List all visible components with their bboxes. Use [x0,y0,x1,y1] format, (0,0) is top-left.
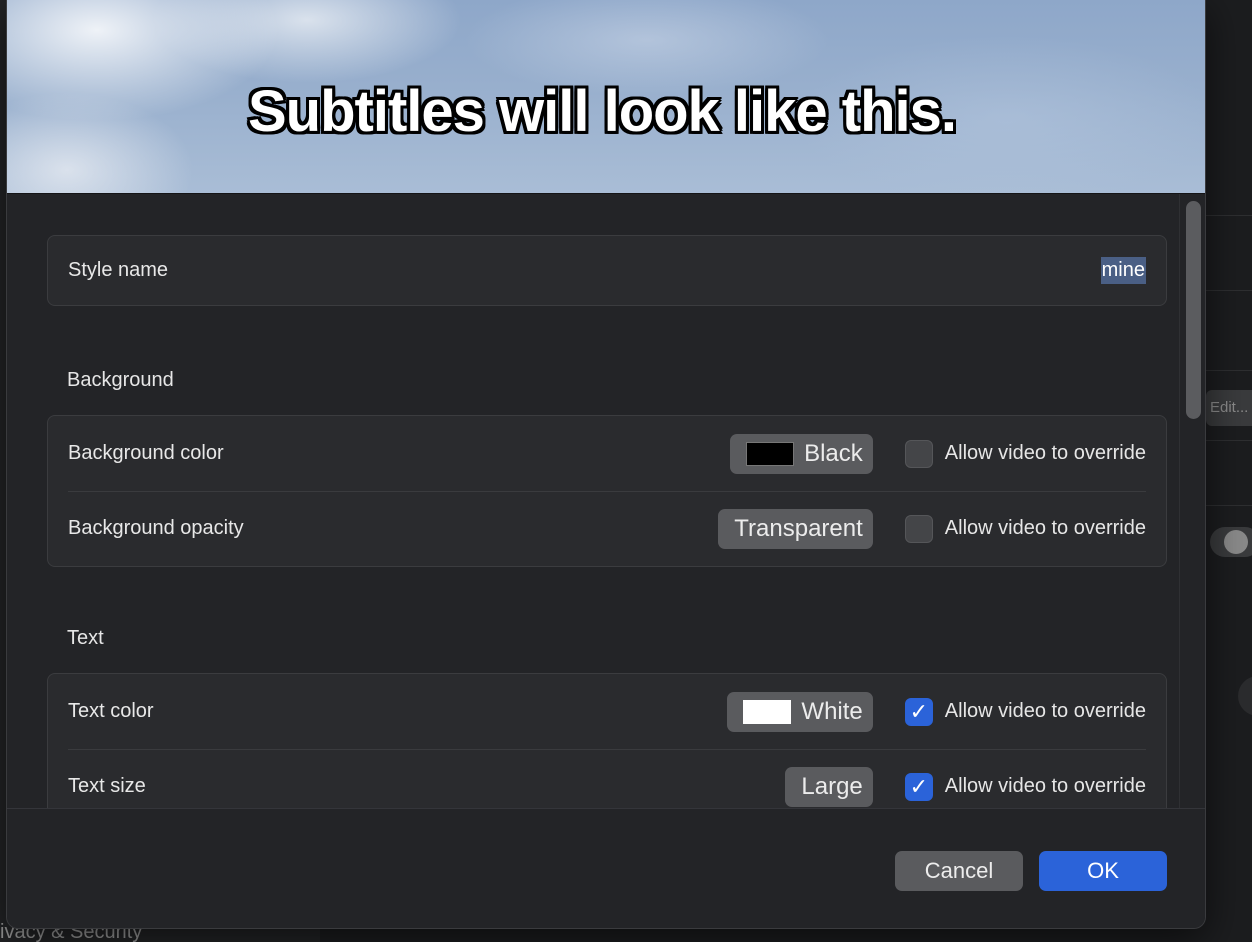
background-divider [1206,440,1252,441]
style-name-field[interactable]: mine [1100,257,1146,284]
text-color-swatch [743,699,792,724]
text-size-override-checkbox[interactable]: ✓ Allow video to override [904,772,1146,801]
background-opacity-override-checkbox[interactable]: Allow video to override [904,514,1146,543]
text-color-row: Text color White ✓ Allow video to overri… [48,674,1166,749]
background-color-row: Background color Black Allow video to ov… [48,416,1166,491]
override-label: Allow video to override [944,775,1146,797]
checkbox-unchecked-icon[interactable] [904,439,933,468]
background-group: Background color Black Allow video to ov… [47,415,1167,567]
override-label: Allow video to override [944,700,1146,722]
style-name-row: Style name mine [48,236,1166,305]
cancel-button[interactable]: Cancel [895,851,1023,891]
settings-scroll-area[interactable]: Style name mine Background Background co… [7,193,1205,808]
text-color-override-checkbox[interactable]: ✓ Allow video to override [904,697,1146,726]
override-label: Allow video to override [944,442,1146,464]
background-divider [1206,215,1252,216]
text-size-row: Text size Large ✓ Allow video to overrid… [48,749,1166,808]
vertical-scrollbar[interactable] [1179,194,1205,808]
text-color-label: Text color [68,700,154,722]
text-color-value: White [801,697,863,725]
style-name-label: Style name [68,259,169,281]
sheet-footer: Cancel OK [7,808,1205,928]
background-edit-button: Edit... [1206,390,1252,426]
background-divider [1206,290,1252,291]
subtitle-style-sheet: Subtitles will look like this. Style nam… [6,0,1206,929]
text-section-title: Text [67,627,104,649]
background-opacity-label: Background opacity [68,517,244,539]
background-color-swatch [746,441,795,466]
checkmark-icon[interactable]: ✓ [904,772,933,801]
scrollbar-thumb[interactable] [1186,201,1201,419]
style-name-group: Style name mine [47,235,1167,306]
text-size-popup[interactable]: Large [785,766,873,807]
checkbox-unchecked-icon[interactable] [904,514,933,543]
background-toggle [1210,527,1252,557]
background-color-label: Background color [68,442,224,464]
override-label: Allow video to override [944,517,1146,539]
background-section-title: Background [67,369,174,391]
text-size-label: Text size [68,775,146,797]
checkmark-icon[interactable]: ✓ [904,697,933,726]
text-group: Text color White ✓ Allow video to overri… [47,673,1167,808]
background-color-popup[interactable]: Black [730,433,873,474]
background-opacity-value: Transparent [734,514,863,542]
background-color-override-checkbox[interactable]: Allow video to override [904,439,1146,468]
background-opacity-row: Background opacity Transparent Allow vid… [48,491,1166,566]
background-divider [1206,505,1252,506]
background-divider [1206,370,1252,371]
subtitle-preview: Subtitles will look like this. [7,0,1205,193]
background-color-value: Black [804,439,863,467]
background-opacity-popup[interactable]: Transparent [718,508,873,549]
ok-button[interactable]: OK [1039,851,1167,891]
text-size-value: Large [801,772,863,800]
text-color-popup[interactable]: White [727,691,873,732]
preview-sample-text: Subtitles will look like this. [247,79,957,144]
